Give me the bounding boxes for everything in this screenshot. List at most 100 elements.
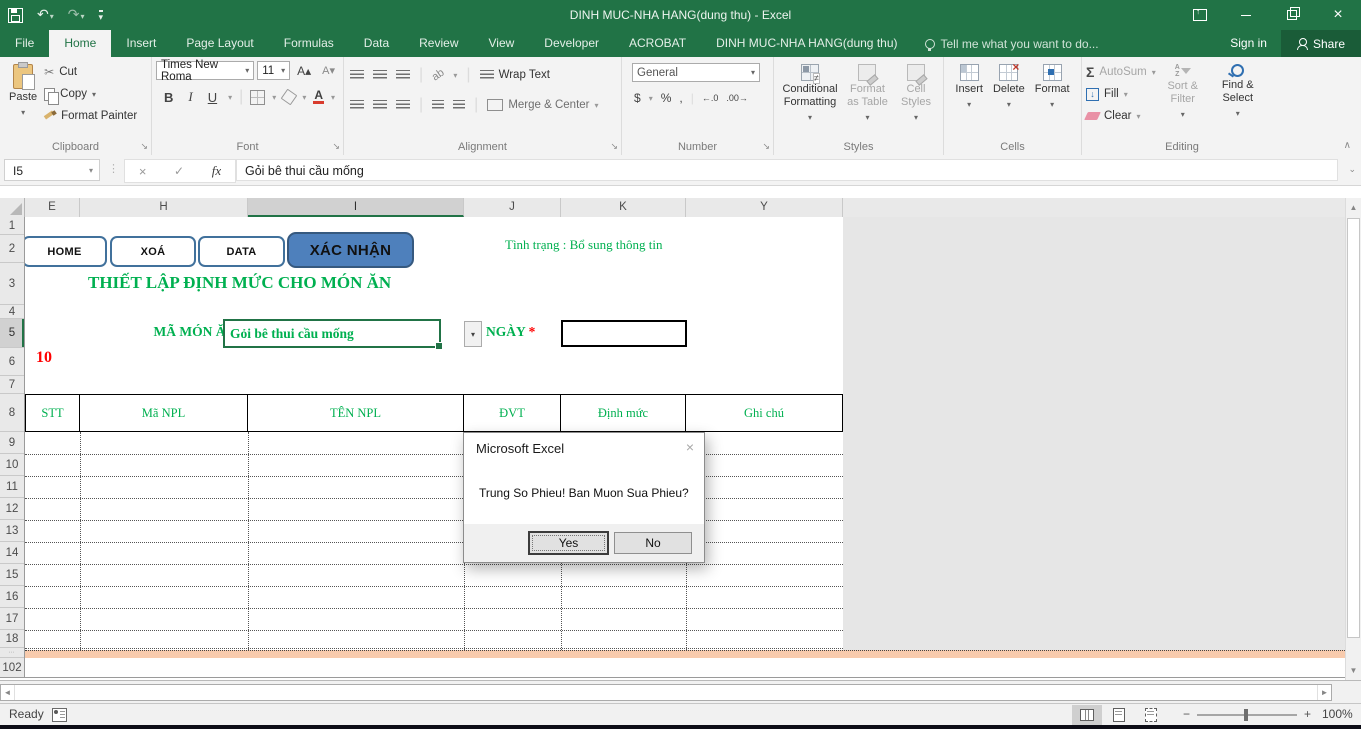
undo-button[interactable]: ↶▾: [37, 0, 54, 32]
align-left-icon[interactable]: [350, 100, 364, 110]
underline-caret-icon[interactable]: ▾: [228, 93, 232, 102]
find-select-button[interactable]: Find & Select ▾: [1210, 61, 1266, 127]
align-bottom-icon[interactable]: [396, 70, 410, 80]
expand-formula-bar-icon[interactable]: ⌄: [1348, 164, 1356, 175]
fill-color-icon[interactable]: [281, 89, 298, 106]
underline-button[interactable]: U: [204, 90, 221, 105]
row-header-14[interactable]: 14: [0, 542, 24, 564]
row-header-17[interactable]: 17: [0, 608, 24, 630]
save-icon[interactable]: [8, 8, 23, 23]
table-header-ghi-chu[interactable]: Ghi chú: [686, 395, 843, 431]
row-header-3[interactable]: 3: [0, 263, 24, 305]
table-header-ten-npl[interactable]: TÊN NPL: [248, 395, 464, 431]
format-cells-button[interactable]: Format ▾: [1030, 61, 1075, 114]
scroll-up-icon[interactable]: ▲: [1348, 203, 1359, 212]
fill-button[interactable]: ↓Fill▾: [1086, 83, 1156, 105]
row-header-15[interactable]: 15: [0, 564, 24, 586]
normal-view-button[interactable]: [1072, 705, 1102, 725]
row-header-9[interactable]: 9: [0, 432, 24, 454]
tab-formulas[interactable]: Formulas: [269, 30, 349, 57]
macro-record-icon[interactable]: [52, 708, 67, 722]
table-header-ma-npl[interactable]: Mã NPL: [80, 395, 248, 431]
zoom-slider-thumb[interactable]: [1244, 709, 1248, 721]
page-layout-view-button[interactable]: [1104, 705, 1134, 725]
zoom-in-button[interactable]: +: [1304, 707, 1311, 721]
align-top-icon[interactable]: [350, 70, 364, 80]
font-size-combobox[interactable]: 11▾: [257, 61, 290, 80]
row-header-13[interactable]: 13: [0, 520, 24, 542]
home-button[interactable]: HOME: [22, 236, 107, 267]
formula-input[interactable]: Gỏi bê thui cầu mống: [236, 159, 1338, 181]
tab-custom-addin[interactable]: DINH MUC-NHA HANG(dung thu): [701, 30, 912, 57]
comma-style-button[interactable]: ,: [679, 91, 682, 105]
minimize-button[interactable]: [1223, 0, 1269, 30]
clipboard-dialog-launcher[interactable]: ↘: [140, 141, 148, 152]
format-as-table-button[interactable]: Format as Table ▾: [842, 61, 893, 127]
vertical-scroll-thumb[interactable]: [1347, 218, 1360, 638]
row-header-12[interactable]: 12: [0, 498, 24, 520]
column-header-k[interactable]: K: [561, 198, 686, 217]
increase-indent-icon[interactable]: [453, 100, 465, 110]
column-header-j[interactable]: J: [464, 198, 561, 217]
alignment-dialog-launcher[interactable]: ↘: [610, 141, 618, 152]
align-center-icon[interactable]: [373, 100, 387, 110]
orientation-caret-icon[interactable]: ▾: [453, 71, 457, 80]
decrease-font-size-button[interactable]: A▾: [318, 64, 339, 77]
conditional-formatting-button[interactable]: Conditional Formatting ▾: [778, 61, 842, 127]
row-header-11[interactable]: 11: [0, 476, 24, 498]
vertical-scrollbar[interactable]: ▲ ▼: [1345, 198, 1361, 680]
close-button[interactable]: ×: [1315, 0, 1361, 30]
table-header-dvt[interactable]: ĐVT: [464, 395, 561, 431]
merge-center-button[interactable]: Merge & Center▾: [487, 94, 598, 116]
italic-button[interactable]: I: [184, 89, 196, 105]
row-header-6[interactable]: 6: [0, 348, 24, 376]
fill-color-caret-icon[interactable]: ▾: [302, 93, 306, 102]
horizontal-scrollbar[interactable]: ◄ ►: [0, 684, 1332, 701]
format-painter-button[interactable]: Format Painter: [44, 105, 137, 127]
bold-button[interactable]: B: [160, 90, 177, 105]
accounting-format-button[interactable]: $: [634, 91, 641, 105]
row-header-102[interactable]: 102: [0, 658, 24, 678]
paste-button[interactable]: Paste ▾: [4, 61, 42, 127]
zoom-level[interactable]: 100%: [1322, 707, 1353, 721]
name-box[interactable]: I5▾: [4, 159, 100, 181]
no-button[interactable]: No: [614, 532, 692, 554]
clear-button[interactable]: Clear▾: [1086, 105, 1156, 127]
ribbon-display-options-button[interactable]: [1177, 0, 1223, 30]
collapse-ribbon-icon[interactable]: ∧: [1344, 140, 1351, 151]
active-cell-i5[interactable]: Gỏi bê thui cầu mống: [223, 319, 441, 348]
data-button[interactable]: DATA: [198, 236, 285, 267]
cut-button[interactable]: ✂Cut: [44, 61, 137, 83]
decrease-indent-icon[interactable]: [432, 100, 444, 110]
sort-filter-button[interactable]: AZ Sort & Filter ▾: [1156, 61, 1210, 127]
borders-caret-icon[interactable]: ▾: [272, 93, 276, 102]
zoom-out-button[interactable]: −: [1183, 707, 1190, 721]
scroll-right-icon[interactable]: ►: [1317, 685, 1331, 700]
tab-insert[interactable]: Insert: [111, 30, 171, 57]
insert-cells-button[interactable]: Insert ▾: [950, 61, 988, 114]
row-header-5[interactable]: 5: [0, 319, 24, 348]
table-header-dinh-muc[interactable]: Định mức: [561, 395, 686, 431]
xoa-button[interactable]: XOÁ: [110, 236, 196, 267]
percent-style-button[interactable]: %: [661, 91, 672, 105]
zoom-slider[interactable]: [1197, 714, 1297, 716]
dropdown-button[interactable]: ▾: [464, 321, 482, 347]
delete-cells-button[interactable]: Delete ▾: [988, 61, 1030, 114]
tab-view[interactable]: View: [474, 30, 530, 57]
tab-page-layout[interactable]: Page Layout: [171, 30, 268, 57]
column-header-h[interactable]: H: [80, 198, 248, 217]
copy-button[interactable]: Copy▾: [44, 83, 137, 105]
font-dialog-launcher[interactable]: ↘: [332, 141, 340, 152]
column-header-y[interactable]: Y: [686, 198, 843, 217]
customize-quick-access-icon[interactable]: ▾: [99, 10, 104, 21]
tab-data[interactable]: Data: [349, 30, 404, 57]
dialog-close-icon[interactable]: ×: [686, 439, 694, 455]
tab-home[interactable]: Home: [49, 30, 111, 57]
sign-in-button[interactable]: Sign in: [1216, 30, 1281, 57]
font-color-icon[interactable]: A: [313, 90, 324, 104]
increase-decimal-button[interactable]: ←.0: [702, 93, 719, 103]
row-header-10[interactable]: 10: [0, 454, 24, 476]
borders-icon[interactable]: [250, 90, 265, 105]
row-header-1[interactable]: 1: [0, 217, 24, 235]
align-middle-icon[interactable]: [373, 70, 387, 80]
